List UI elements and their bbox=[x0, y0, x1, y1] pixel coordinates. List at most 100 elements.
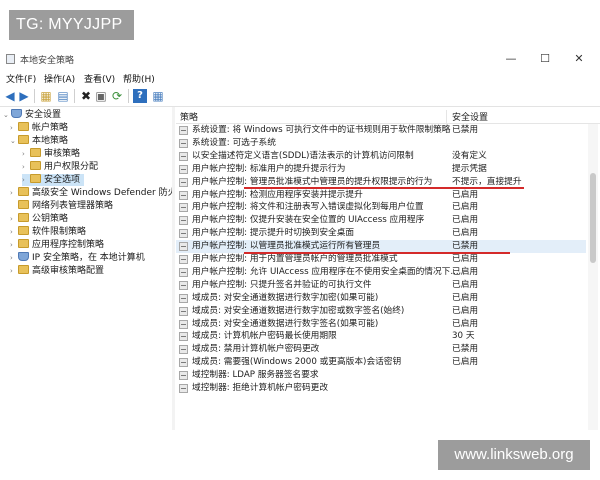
console-tree: ⌄ 安全设置 › 帐户策略 ⌄ 本地策略 › 审核策略 › 用户权限分配 › 安全选项 › 高… bbox=[0, 107, 173, 430]
minimize-button[interactable]: — bbox=[496, 51, 526, 67]
tree-item-advanced-audit[interactable]: › 高级审核策略配置 bbox=[10, 265, 104, 277]
expander-icon[interactable]: › bbox=[10, 187, 18, 199]
policy-list: 策略 安全设置 系统设置: 将 Windows 可执行文件中的证书规则用于软件限… bbox=[176, 107, 600, 430]
tree-item-software-restriction[interactable]: › 软件限制策略 bbox=[10, 226, 86, 238]
tree-item-audit-policy[interactable]: › 审核策略 bbox=[22, 148, 80, 160]
policy-setting: 已启用 bbox=[452, 292, 479, 303]
policy-row[interactable]: 用户帐户控制: 将文件和注册表写入错误虚拟化到每用户位置 已启用 bbox=[176, 201, 586, 214]
policy-setting: 已启用 bbox=[452, 305, 479, 316]
expander-icon[interactable]: › bbox=[22, 174, 30, 186]
policy-setting: 已启用 bbox=[452, 318, 479, 329]
tree-item-network-list[interactable]: 网络列表管理器策略 bbox=[10, 200, 113, 212]
tree-item-user-rights[interactable]: › 用户权限分配 bbox=[22, 161, 98, 173]
policy-row[interactable]: 用户帐户控制: 允许 UIAccess 应用程序在不使用安全桌面的情况下... 已… bbox=[176, 266, 586, 279]
policy-name: 系统设置: 可选子系统 bbox=[192, 137, 276, 148]
delete-icon[interactable]: ✖ bbox=[79, 89, 93, 103]
expander-icon[interactable]: › bbox=[10, 252, 18, 264]
show-tree-icon[interactable]: ▤ bbox=[56, 89, 70, 103]
policy-icon bbox=[179, 203, 188, 213]
menu-file[interactable]: 文件(F) bbox=[6, 72, 36, 85]
back-arrow-icon[interactable]: ◀ bbox=[3, 89, 17, 103]
forward-arrow-icon[interactable]: ▶ bbox=[17, 89, 31, 103]
expander-icon[interactable]: › bbox=[10, 122, 18, 134]
menu-view[interactable]: 查看(V) bbox=[84, 72, 115, 85]
folder-icon bbox=[18, 213, 29, 222]
refresh-icon[interactable]: ⟳ bbox=[110, 89, 124, 103]
policy-row[interactable]: 系统设置: 可选子系统 bbox=[176, 137, 586, 150]
expander-icon[interactable]: › bbox=[22, 161, 30, 173]
policy-name: 系统设置: 将 Windows 可执行文件中的证书规则用于软件限制策略 bbox=[192, 125, 451, 135]
tree-item-defender-firewall[interactable]: › 高级安全 Windows Defender 防火墙 bbox=[10, 187, 172, 199]
policy-row[interactable]: 用户帐户控制: 检测应用程序安装并提示提升 已启用 bbox=[176, 189, 586, 202]
policy-row[interactable]: 域成员: 对安全通道数据进行数字签名(如果可能) 已启用 bbox=[176, 318, 586, 331]
policy-icon bbox=[179, 126, 188, 135]
menu-help[interactable]: 帮助(H) bbox=[123, 72, 155, 85]
column-header-policy[interactable]: 策略 bbox=[180, 110, 198, 123]
expander-icon[interactable]: ⌄ bbox=[3, 109, 11, 121]
policy-setting: 已启用 bbox=[452, 202, 479, 213]
red-annotation-underline bbox=[244, 187, 524, 189]
view-icon[interactable]: ▦ bbox=[151, 89, 165, 103]
policy-setting: 已启用 bbox=[452, 215, 479, 226]
folder-icon bbox=[30, 148, 41, 157]
vertical-scrollbar[interactable] bbox=[588, 124, 598, 430]
close-button[interactable]: ✕ bbox=[564, 51, 594, 67]
tree-item-account-policies[interactable]: › 帐户策略 bbox=[10, 122, 68, 134]
policy-row[interactable]: 系统设置: 将 Windows 可执行文件中的证书规则用于软件限制策略 已禁用 bbox=[176, 124, 586, 137]
policy-row[interactable]: 域控制器: 拒绝计算机帐户密码更改 bbox=[176, 382, 586, 395]
tree-item-label: 应用程序控制策略 bbox=[32, 240, 105, 250]
expander-icon[interactable]: › bbox=[10, 213, 18, 225]
policy-row[interactable]: 以安全描述符定义语言(SDDL)语法表示的计算机访问限制 没有定义 bbox=[176, 150, 586, 163]
policy-row[interactable]: 用户帐户控制: 仅提升安装在安全位置的 UIAccess 应用程序 已启用 bbox=[176, 214, 586, 227]
policy-icon bbox=[179, 358, 188, 368]
scrollbar-thumb[interactable] bbox=[590, 173, 596, 263]
policy-name: 以安全描述符定义语言(SDDL)语法表示的计算机访问限制 bbox=[192, 150, 414, 161]
help-icon[interactable]: ? bbox=[133, 89, 147, 103]
folder-icon bbox=[18, 239, 29, 248]
folder-icon bbox=[30, 174, 41, 183]
policy-row[interactable]: 用户帐户控制: 提示提升时切换到安全桌面 已启用 bbox=[176, 227, 586, 240]
tree-item-ip-security[interactable]: › IP 安全策略，在 本地计算机 bbox=[10, 252, 145, 264]
tree-item-label: 网络列表管理器策略 bbox=[32, 201, 114, 211]
policy-name: 用户帐户控制: 允许 UIAccess 应用程序在不使用安全桌面的情况下... bbox=[192, 266, 459, 277]
policy-icon bbox=[179, 345, 188, 355]
folder-icon bbox=[18, 187, 29, 196]
policy-row[interactable]: 域成员: 对安全通道数据进行数字加密(如果可能) 已启用 bbox=[176, 292, 586, 305]
policy-row[interactable]: 用户帐户控制: 用于内置管理员帐户的管理员批准模式 已启用 bbox=[176, 253, 586, 266]
expander-icon[interactable]: › bbox=[22, 148, 30, 160]
menu-bar: 文件(F) 操作(A) 查看(V) 帮助(H) bbox=[0, 70, 600, 86]
pane-splitter[interactable] bbox=[172, 107, 175, 430]
policy-row[interactable]: 域成员: 需要强(Windows 2000 或更高版本)会话密钥 已启用 bbox=[176, 356, 586, 369]
policy-name: 用户帐户控制: 标准用户的提升提示行为 bbox=[192, 163, 346, 174]
policy-row[interactable]: 域成员: 对安全通道数据进行数字加密或数字签名(始终) 已启用 bbox=[176, 305, 586, 318]
folder-icon bbox=[18, 200, 29, 209]
tree-item-security-options[interactable]: › 安全选项 bbox=[22, 174, 85, 186]
tree-item-public-key[interactable]: › 公钥策略 bbox=[10, 213, 68, 225]
tree-item-label: 高级审核策略配置 bbox=[32, 266, 105, 276]
policy-name: 用户帐户控制: 检测应用程序安装并提示提升 bbox=[192, 189, 363, 200]
properties-icon[interactable]: ▣ bbox=[94, 89, 108, 103]
policy-icon bbox=[179, 242, 188, 252]
expander-icon[interactable]: › bbox=[10, 265, 18, 277]
policy-row[interactable]: 域控制器: LDAP 服务器签名要求 bbox=[176, 369, 586, 382]
maximize-button[interactable]: ☐ bbox=[530, 51, 560, 67]
tree-item-app-control[interactable]: › 应用程序控制策略 bbox=[10, 239, 104, 251]
tree-item-local-policies[interactable]: ⌄ 本地策略 bbox=[10, 135, 68, 147]
folder-icon bbox=[30, 161, 41, 170]
column-header-setting[interactable]: 安全设置 bbox=[452, 110, 488, 123]
expander-icon[interactable]: › bbox=[10, 226, 18, 238]
tree-item-security-settings[interactable]: ⌄ 安全设置 bbox=[3, 109, 61, 121]
policy-setting: 已启用 bbox=[452, 189, 479, 200]
expander-icon[interactable]: ⌄ bbox=[10, 135, 18, 147]
policy-row[interactable]: 域成员: 禁用计算机帐户密码更改 已禁用 bbox=[176, 343, 586, 356]
menu-action[interactable]: 操作(A) bbox=[44, 72, 75, 85]
policy-row[interactable]: 用户帐户控制: 标准用户的提升提示行为 提示凭据 bbox=[176, 163, 586, 176]
up-level-icon[interactable]: ▦ bbox=[39, 89, 53, 103]
expander-icon[interactable]: › bbox=[10, 239, 18, 251]
policy-row[interactable]: 用户帐户控制: 只提升签名并验证的可执行文件 已启用 bbox=[176, 279, 586, 292]
policy-icon bbox=[179, 332, 188, 342]
policy-row[interactable]: 域成员: 计算机帐户密码最长使用期限 30 天 bbox=[176, 330, 586, 343]
shield-icon bbox=[11, 109, 22, 118]
toolbar: ◀ ▶ ▦ ▤ ✖ ▣ ⟳ ? ▦ bbox=[0, 86, 600, 107]
policy-icon bbox=[179, 138, 188, 148]
